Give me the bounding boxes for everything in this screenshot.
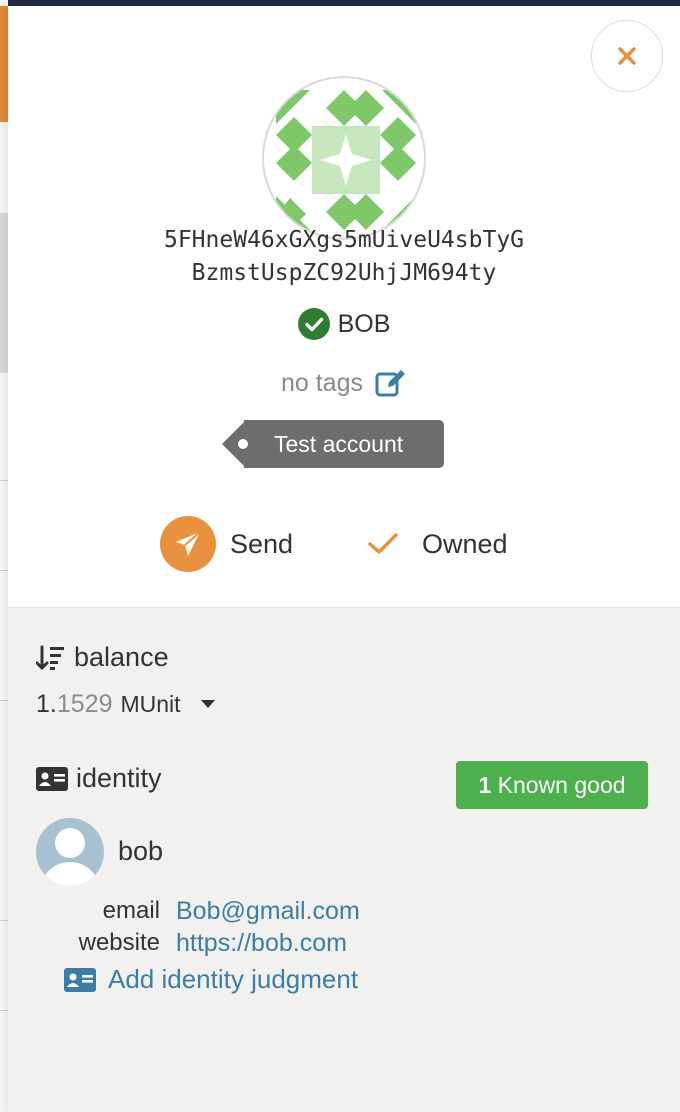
background-accent — [0, 6, 8, 122]
background-app — [0, 0, 8, 1112]
balance-integer: 1. — [36, 690, 57, 718]
id-card-icon — [64, 967, 96, 992]
balance-heading: balance — [36, 642, 169, 673]
add-judgment-label: Add identity judgment — [108, 964, 359, 994]
background-divider — [0, 570, 8, 571]
tags-text: no tags — [280, 368, 363, 397]
badge-dot — [238, 439, 248, 449]
send-label: Send — [230, 528, 294, 559]
balance-fraction: 1529 — [56, 690, 113, 718]
test-account-badge: Test account — [222, 420, 444, 468]
edit-icon[interactable] — [375, 368, 407, 398]
account-sidebar: 5FHneW46xGXgs5mUiveU4sbTyG BzmstUspZC92U… — [8, 6, 680, 1112]
identity-heading: identity — [36, 763, 162, 794]
balance-label: balance — [74, 642, 169, 672]
owned-label: Owned — [422, 528, 508, 559]
background-row — [0, 213, 8, 373]
sort-amount-down-icon — [36, 645, 64, 670]
tags-row: no tags — [8, 368, 680, 398]
identicon-graphic — [276, 90, 416, 230]
judgement-label: Known good — [497, 772, 626, 798]
balance-value[interactable]: 1. 1529 MUnit — [36, 690, 215, 719]
account-header: 5FHneW46xGXgs5mUiveU4sbTyG BzmstUspZC92U… — [8, 6, 680, 608]
field-key: email — [102, 897, 160, 924]
identity-field-website: website https://bob.com — [36, 927, 656, 959]
background-divider — [0, 480, 8, 481]
close-icon — [618, 47, 636, 65]
send-button[interactable]: Send — [160, 516, 293, 572]
address-line-1: 5FHneW46xGXgs5mUiveU4sbTyG — [163, 227, 525, 253]
email-link[interactable]: Bob@gmail.com — [176, 897, 360, 926]
add-identity-judgment-button[interactable]: Add identity judgment — [64, 964, 358, 995]
account-address[interactable]: 5FHneW46xGXgs5mUiveU4sbTyG BzmstUspZC92U… — [8, 224, 680, 290]
owned-status: Owned — [368, 516, 508, 572]
badge-body: Test account — [244, 420, 444, 468]
balance-unit: MUnit — [120, 691, 181, 717]
judgement-count: 1 — [478, 772, 492, 798]
checkmark-icon — [368, 533, 398, 554]
background-divider — [0, 920, 8, 921]
id-card-icon — [36, 766, 68, 791]
account-name: BOB — [337, 309, 391, 338]
account-identicon[interactable] — [262, 76, 426, 240]
paper-plane-icon — [176, 531, 201, 556]
check-circle-icon — [297, 308, 330, 340]
background-divider — [0, 1010, 8, 1011]
judgement-badge: 1 Known good — [456, 761, 648, 809]
send-circle — [160, 516, 216, 572]
account-name-row: BOB — [8, 308, 680, 340]
identity-label: identity — [76, 763, 162, 793]
identity-display-name: bob — [118, 836, 164, 866]
address-line-2: BzmstUspZC92UhjJM694ty — [191, 260, 497, 286]
background-divider — [0, 700, 8, 701]
badge-label: Test account — [274, 431, 404, 457]
website-link[interactable]: https://bob.com — [176, 929, 347, 958]
user-avatar-icon — [36, 818, 104, 886]
identity-field-email: email Bob@gmail.com — [36, 895, 656, 927]
field-key: website — [78, 929, 160, 956]
close-button[interactable] — [591, 20, 663, 92]
caret-down-icon[interactable] — [200, 700, 215, 708]
